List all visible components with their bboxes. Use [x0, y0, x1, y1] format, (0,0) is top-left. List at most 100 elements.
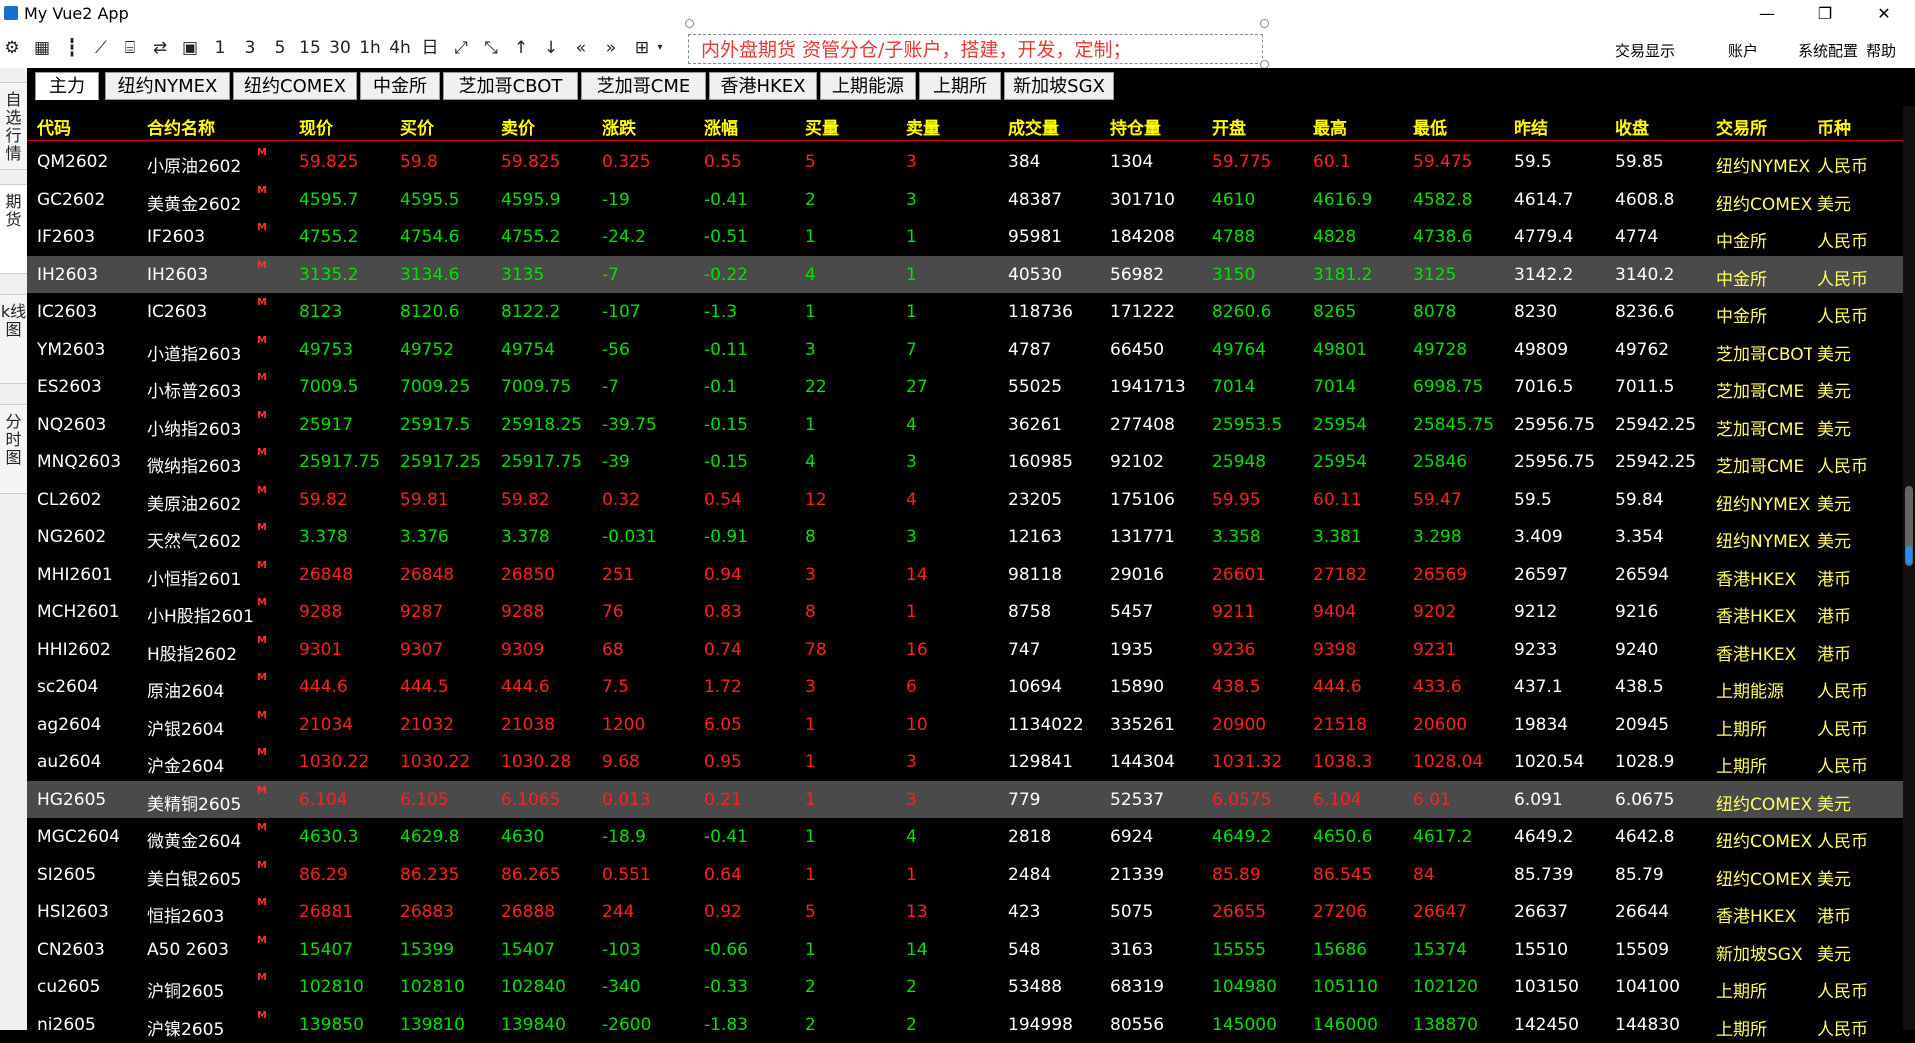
tab-hkex[interactable]: 香港HKEX	[709, 72, 817, 100]
tab-main[interactable]: 主力	[35, 72, 99, 100]
cell-bid: 49752	[400, 340, 454, 360]
table-row[interactable]: SI2605美白银260586.2986.23586.2650.5510.641…	[27, 856, 1903, 894]
cell-bid: 444.5	[400, 677, 449, 697]
period-1h[interactable]: 1h	[358, 36, 382, 60]
header-volume[interactable]: 成交量	[1008, 114, 1059, 139]
shrink-icon[interactable]: ⤡	[479, 36, 503, 60]
header-ask-volume[interactable]: 卖量	[906, 114, 940, 139]
cell-low: 4582.8	[1413, 190, 1472, 210]
double-right-icon[interactable]: »	[599, 36, 623, 60]
period-day[interactable]: 日	[418, 36, 442, 60]
header-ask[interactable]: 卖价	[501, 114, 535, 139]
refresh-icon[interactable]: ⇄	[148, 36, 172, 60]
header-close[interactable]: 收盘	[1615, 114, 1649, 139]
expand-icon[interactable]: ⤢	[449, 36, 473, 60]
table-row[interactable]: MNQ2603微纳指260325917.7525917.2525917.75-3…	[27, 443, 1903, 481]
grid-layout-icon[interactable]: ⊞	[630, 36, 654, 60]
calculator-icon[interactable]: ▦	[30, 36, 54, 60]
main-contract-mark: M	[257, 672, 267, 683]
tab-shfe[interactable]: 上期所	[919, 72, 1001, 100]
period-3min[interactable]: 3	[238, 36, 262, 60]
header-last[interactable]: 现价	[299, 114, 333, 139]
table-row[interactable]: CL2602美原油260259.8259.8159.820.320.541242…	[27, 481, 1903, 519]
sidebar-tab-watchlist[interactable]: 自选行情	[0, 82, 27, 170]
period-5min[interactable]: 5	[268, 36, 292, 60]
cell-code: YM2603	[37, 340, 105, 360]
sidebar-tab-timeshare[interactable]: 分时图	[0, 404, 27, 494]
table-row[interactable]: MGC2604微黄金26044630.34629.84630-18.9-0.41…	[27, 818, 1903, 856]
table-row[interactable]: IF2603IF26034755.24754.64755.2-24.2-0.51…	[27, 218, 1903, 256]
header-change[interactable]: 涨跌	[602, 114, 636, 139]
menu-help[interactable]: 帮助	[1866, 40, 1896, 61]
minimize-button[interactable]: —	[1739, 0, 1795, 28]
tab-cme[interactable]: 芝加哥CME	[581, 72, 706, 100]
header-exchange[interactable]: 交易所	[1716, 114, 1767, 139]
maximize-button[interactable]: ❐	[1797, 0, 1853, 28]
table-row[interactable]: ni2605沪镍2605139850139810139840-2600-1.83…	[27, 1006, 1903, 1043]
table-row[interactable]: MHI2601小恒指26012684826848268502510.943149…	[27, 556, 1903, 594]
table-row[interactable]: IC2603IC260381238120.68122.2-107-1.31111…	[27, 293, 1903, 331]
tab-sgx[interactable]: 新加坡SGX	[1004, 72, 1114, 100]
settings-icon[interactable]: ⚙	[0, 36, 24, 60]
cell-high: 1038.3	[1313, 752, 1372, 772]
arrow-up-icon[interactable]: ↑	[509, 36, 533, 60]
table-row[interactable]: ES2603小标普26037009.57009.257009.75-7-0.12…	[27, 368, 1903, 406]
header-open-interest[interactable]: 持仓量	[1110, 114, 1161, 139]
chevron-down-icon[interactable]: ▾	[653, 36, 667, 60]
cell-ask: 21038	[501, 715, 555, 735]
arrow-down-icon[interactable]: ↓	[539, 36, 563, 60]
table-row[interactable]: au2604沪金26041030.221030.221030.289.680.9…	[27, 743, 1903, 781]
history-icon[interactable]: ⌸	[118, 36, 142, 60]
tab-cffex[interactable]: 中金所	[360, 72, 440, 100]
header-high[interactable]: 最高	[1313, 114, 1347, 139]
save-icon[interactable]: ▣	[178, 36, 202, 60]
header-bid-volume[interactable]: 买量	[805, 114, 839, 139]
resize-handle[interactable]	[1260, 19, 1269, 28]
table-row[interactable]: YM2603小道指2603497534975249754-56-0.113747…	[27, 331, 1903, 369]
header-currency[interactable]: 币种	[1817, 114, 1851, 139]
header-bid[interactable]: 买价	[400, 114, 434, 139]
double-left-icon[interactable]: «	[569, 36, 593, 60]
table-row[interactable]: HSI2603恒指26032688126883268882440.9251342…	[27, 893, 1903, 931]
tab-nymex[interactable]: 纽约NYMEX	[105, 72, 230, 100]
menu-trade-display[interactable]: 交易显示	[1615, 40, 1675, 61]
cell-prev-settle: 7016.5	[1514, 377, 1573, 397]
tab-ine[interactable]: 上期能源	[820, 72, 916, 100]
table-row[interactable]: QM2602小原油260259.82559.859.8250.3250.5553…	[27, 143, 1903, 181]
table-row[interactable]: CN2603A50 2603154071539915407-103-0.6611…	[27, 931, 1903, 969]
close-button[interactable]: ✕	[1856, 0, 1912, 28]
header-name[interactable]: 合约名称	[147, 114, 215, 139]
table-row[interactable]: NG2602天然气26023.3783.3763.378-0.031-0.918…	[27, 518, 1903, 556]
cell-low: 49728	[1413, 340, 1467, 360]
table-row[interactable]: HG2605美精铜26056.1046.1056.10650.0130.2113…	[27, 781, 1903, 819]
vertical-scrollbar[interactable]	[1903, 106, 1915, 1030]
sidebar-tab-kline[interactable]: k线图	[0, 294, 27, 384]
table-row[interactable]: sc2604原油2604444.6444.5444.67.51.72361069…	[27, 668, 1903, 706]
table-row[interactable]: NQ2603小纳指26032591725917.525918.25-39.75-…	[27, 406, 1903, 444]
header-low[interactable]: 最低	[1413, 114, 1447, 139]
period-1min[interactable]: 1	[208, 36, 232, 60]
menu-system-config[interactable]: 系统配置	[1798, 40, 1858, 61]
candlestick-icon[interactable]: ┇	[60, 36, 84, 60]
table-row[interactable]: MCH2601小H股指2601928892879288760.838187585…	[27, 593, 1903, 631]
cell-ask-volume: 2	[906, 977, 917, 997]
table-row[interactable]: ag2604沪银260421034210322103812006.0511011…	[27, 706, 1903, 744]
period-30min[interactable]: 30	[328, 36, 352, 60]
resize-handle[interactable]	[685, 19, 694, 28]
header-open[interactable]: 开盘	[1212, 114, 1246, 139]
table-row[interactable]: cu2605沪铜2605102810102810102840-340-0.332…	[27, 968, 1903, 1006]
header-pct-change[interactable]: 涨幅	[704, 114, 738, 139]
period-15min[interactable]: 15	[298, 36, 322, 60]
tab-cbot[interactable]: 芝加哥CBOT	[443, 72, 578, 100]
table-row[interactable]: HHI2602H股指2602930193079309680.7478167471…	[27, 631, 1903, 669]
table-row[interactable]: IH2603IH26033135.23134.63135-7-0.2241405…	[27, 256, 1903, 294]
menu-account[interactable]: 账户	[1728, 40, 1758, 61]
cell-currency: 人民币	[1817, 827, 1868, 852]
period-4h[interactable]: 4h	[388, 36, 412, 60]
tab-comex[interactable]: 纽约COMEX	[233, 72, 357, 100]
header-code[interactable]: 代码	[37, 114, 71, 139]
line-chart-icon[interactable]: ⟋	[89, 36, 113, 60]
table-row[interactable]: GC2602美黄金26024595.74595.54595.9-19-0.412…	[27, 181, 1903, 219]
header-prev-settle[interactable]: 昨结	[1514, 114, 1548, 139]
sidebar-tab-futures[interactable]: 期货	[0, 184, 27, 274]
